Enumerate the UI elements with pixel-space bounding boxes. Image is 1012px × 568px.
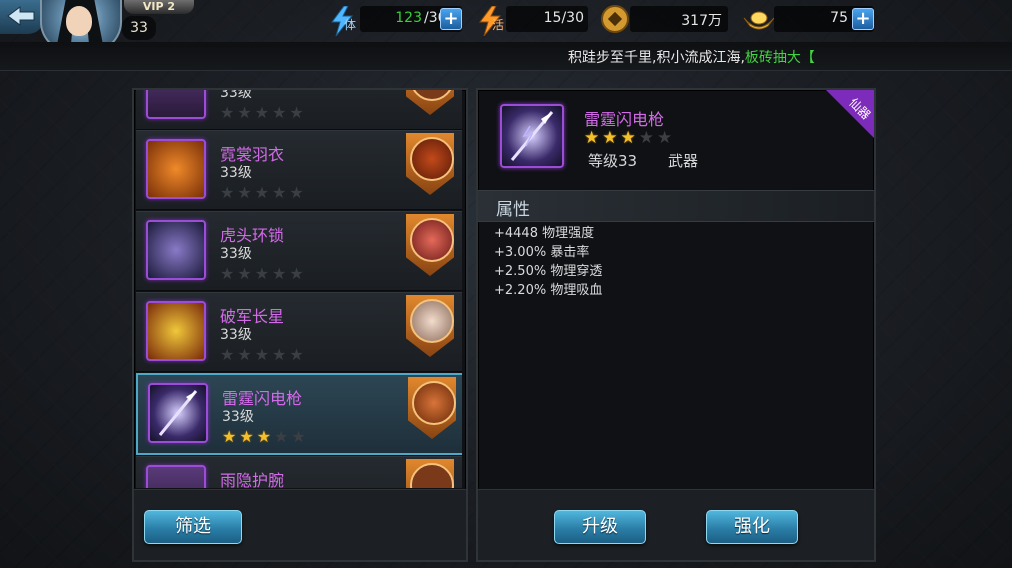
banner-highlight: 板砖抽大【	[744, 50, 815, 66]
item-stars: ★★★★★	[220, 345, 307, 364]
list-item-selected[interactable]: 雷霆闪电枪 33级 ★★★★★	[136, 373, 462, 455]
coin-icon	[601, 5, 629, 33]
detail-item-name: 雷霆闪电枪	[584, 110, 665, 129]
robe-icon	[146, 139, 206, 199]
coins-resource: 317万	[600, 5, 730, 33]
energy-value: 15/30	[543, 10, 584, 26]
coins-value: 317万	[681, 13, 722, 29]
item-level: 33级	[220, 165, 252, 181]
equipment-thumb	[146, 90, 206, 119]
equipment-list[interactable]: 33级 ★★★★★ 霓裳羽衣 33级 ★★★★★ 虎头环锁 33级 ★★★★★ …	[136, 90, 462, 488]
mace-icon	[146, 301, 206, 361]
energy-resource: 活 15/30	[478, 6, 590, 36]
add-stamina-button[interactable]: +	[440, 8, 462, 30]
avatar-face	[66, 6, 92, 36]
back-button[interactable]	[0, 0, 44, 34]
vip-badge: VIP 2	[124, 0, 194, 14]
hero-badge	[406, 90, 454, 115]
tiger-lock-icon	[146, 220, 206, 280]
item-level: 33级	[220, 90, 252, 101]
hero-badge	[406, 459, 454, 488]
detail-footer: 升级 强化	[478, 489, 874, 560]
attributes-title: 属性	[496, 200, 530, 220]
item-stars: ★★★★★	[220, 264, 307, 283]
hero-badge	[406, 133, 454, 195]
hero-badge	[406, 295, 454, 357]
item-level: 33级	[220, 246, 252, 262]
banner-text: 积跬步至千里,积小流成江海,	[568, 50, 745, 66]
add-gold-button[interactable]: +	[852, 8, 874, 30]
spear-icon	[158, 390, 198, 436]
back-arrow-icon	[7, 6, 35, 26]
equipment-detail-panel: 雷霆闪电枪 ★★★★★ 等级33 武器 仙器 属性 +4448 物理强度 +3.…	[476, 88, 876, 562]
announcement-banner: 积跬步至千里,积小流成江海,板砖抽大【	[0, 42, 1012, 71]
equipment-thumb	[146, 465, 206, 488]
item-name: 雨隐护腕	[220, 471, 285, 488]
detail-type: 武器	[668, 152, 699, 170]
energy-tag: 活	[492, 18, 505, 32]
stamina-value: 123	[395, 10, 422, 26]
attribute-line: +2.20% 物理吸血	[494, 283, 603, 298]
gold-value: 75	[830, 10, 848, 26]
attribute-line: +4448 物理强度	[494, 226, 595, 241]
list-item[interactable]: 虎头环锁 33级 ★★★★★	[136, 211, 462, 291]
gold-ingot-icon	[743, 11, 775, 30]
stamina-resource: 体 123 /30 +	[330, 6, 466, 36]
player-level: 33	[122, 16, 156, 40]
list-item[interactable]: 33级 ★★★★★	[136, 90, 462, 130]
item-level: 33级	[222, 409, 254, 425]
gold-resource: 75 +	[742, 6, 878, 32]
attributes-header: 属性	[478, 190, 874, 222]
list-footer: 筛选	[134, 489, 466, 560]
lightning-spear-icon	[148, 383, 208, 443]
list-item[interactable]: 霓裳羽衣 33级 ★★★★★	[136, 130, 462, 210]
top-bar: VIP 2 33 体 123 /30 + 活 15/30 317万 75 +	[0, 0, 1012, 52]
item-stars: ★★★★★	[220, 103, 307, 122]
detail-header: 雷霆闪电枪 ★★★★★ 等级33 武器 仙器	[478, 90, 874, 190]
attribute-line: +2.50% 物理穿透	[494, 264, 603, 279]
lightning-spear-icon	[500, 104, 564, 168]
filter-button[interactable]: 筛选	[144, 510, 242, 544]
spear-icon	[510, 111, 554, 161]
stamina-tag: 体	[344, 18, 357, 32]
detail-level: 等级33	[588, 152, 638, 170]
hero-badge	[406, 214, 454, 276]
enhance-button[interactable]: 强化	[706, 510, 798, 544]
list-item[interactable]: 雨隐护腕	[136, 456, 462, 488]
list-item[interactable]: 破军长星 33级 ★★★★★	[136, 292, 462, 372]
hero-badge	[408, 377, 456, 439]
attributes-list: +4448 物理强度 +3.00% 暴击率 +2.50% 物理穿透 +2.20%…	[494, 224, 602, 300]
upgrade-button[interactable]: 升级	[554, 510, 646, 544]
item-level: 33级	[220, 327, 252, 343]
detail-stars: ★★★★★	[584, 128, 676, 148]
rarity-corner-tag: 仙器	[826, 90, 874, 138]
equipment-list-panel: 33级 ★★★★★ 霓裳羽衣 33级 ★★★★★ 虎头环锁 33级 ★★★★★ …	[132, 88, 468, 562]
item-stars: ★★★★★	[222, 427, 309, 446]
attribute-line: +3.00% 暴击率	[494, 245, 590, 260]
rarity-label: 仙器	[846, 95, 874, 123]
item-stars: ★★★★★	[220, 183, 307, 202]
